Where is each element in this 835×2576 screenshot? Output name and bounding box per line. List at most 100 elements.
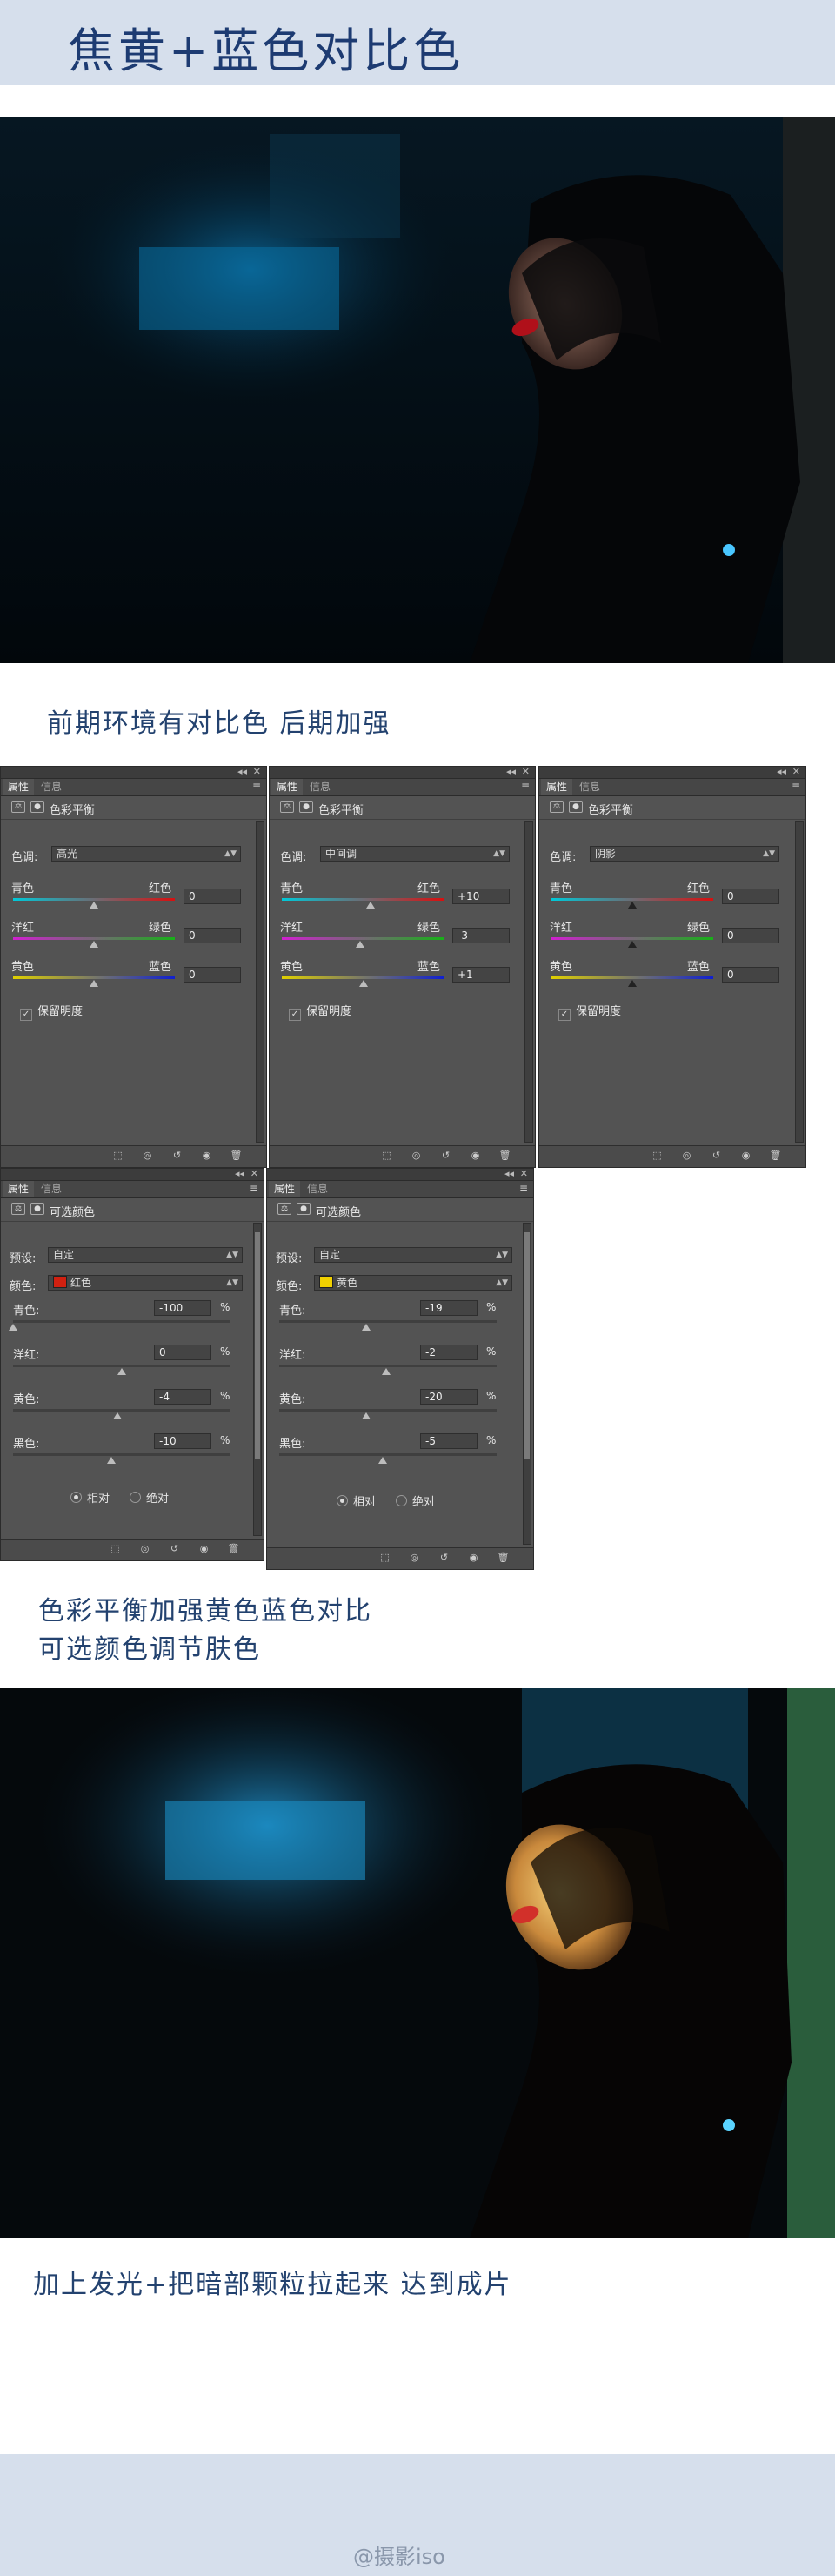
slider-yellow-thumb[interactable] xyxy=(113,1412,122,1419)
slider-cyan-thumb[interactable] xyxy=(362,1324,371,1331)
panel-menu-icon[interactable]: ≡ xyxy=(250,1182,258,1194)
slider-black[interactable] xyxy=(279,1453,497,1456)
checkmark-icon[interactable]: ✓ xyxy=(289,1009,301,1021)
value-yellow-blue[interactable]: 0 xyxy=(722,967,779,983)
mask-icon[interactable]: ● xyxy=(30,801,44,813)
mask-icon[interactable]: ● xyxy=(297,1203,311,1215)
value-magenta-green[interactable]: 0 xyxy=(184,928,241,943)
tab-properties[interactable]: 属性 xyxy=(3,1181,35,1197)
tab-properties[interactable]: 属性 xyxy=(3,779,35,795)
tab-info[interactable]: 信息 xyxy=(36,779,67,795)
slider-yellow-blue-thumb[interactable] xyxy=(628,980,637,987)
panel-menu-icon[interactable]: ≡ xyxy=(252,780,261,792)
delete-icon[interactable]: 🗑 xyxy=(227,1543,240,1555)
slider-magenta-thumb[interactable] xyxy=(117,1368,126,1375)
view-previous-icon[interactable]: ◎ xyxy=(410,1150,423,1162)
panel-menu-icon[interactable]: ≡ xyxy=(519,1182,528,1194)
visibility-icon[interactable]: ◉ xyxy=(197,1543,210,1555)
clip-to-layer-icon[interactable]: ⬚ xyxy=(109,1543,122,1555)
absolute-radio[interactable]: 绝对 xyxy=(396,1493,435,1509)
slider-cyan-red[interactable] xyxy=(551,898,713,901)
delete-icon[interactable]: 🗑 xyxy=(498,1150,511,1162)
slider-magenta-thumb[interactable] xyxy=(381,1368,391,1375)
clip-to-layer-icon[interactable]: ⬚ xyxy=(651,1150,664,1162)
close-icon[interactable]: ✕ xyxy=(250,1168,258,1179)
collapse-icon[interactable]: ◂◂ xyxy=(237,766,247,777)
slider-cyan[interactable] xyxy=(279,1320,497,1323)
visibility-icon[interactable]: ◉ xyxy=(200,1150,213,1162)
value-magenta-green[interactable]: -3 xyxy=(452,928,510,943)
slider-magenta-green[interactable] xyxy=(551,937,713,940)
panel-scrollbar[interactable] xyxy=(256,821,264,1143)
checkmark-icon[interactable]: ✓ xyxy=(20,1009,32,1021)
radio-off-icon[interactable] xyxy=(130,1492,141,1503)
panel-menu-icon[interactable]: ≡ xyxy=(792,780,800,792)
value-yellow-blue[interactable]: +1 xyxy=(452,967,510,983)
slider-yellow-blue-thumb[interactable] xyxy=(90,980,98,987)
delete-icon[interactable]: 🗑 xyxy=(769,1150,782,1162)
relative-radio[interactable]: 相对 xyxy=(70,1489,110,1506)
reset-icon[interactable]: ↺ xyxy=(170,1150,184,1162)
tab-properties[interactable]: 属性 xyxy=(271,779,304,795)
preserve-luminosity-checkbox[interactable]: ✓ 保留明度 xyxy=(20,1002,83,1021)
colors-dropdown[interactable]: 红色 ▲▼ xyxy=(48,1275,243,1291)
tab-info[interactable]: 信息 xyxy=(302,1181,333,1197)
radio-on-icon[interactable] xyxy=(70,1492,82,1503)
collapse-icon[interactable]: ◂◂ xyxy=(777,766,786,777)
collapse-icon[interactable]: ◂◂ xyxy=(504,1168,514,1179)
slider-cyan-red-thumb[interactable] xyxy=(90,902,98,909)
mask-icon[interactable]: ● xyxy=(569,801,583,813)
reset-icon[interactable]: ↺ xyxy=(438,1552,451,1564)
tab-info[interactable]: 信息 xyxy=(36,1181,67,1197)
collapse-icon[interactable]: ◂◂ xyxy=(506,766,516,777)
value-magenta[interactable]: 0 xyxy=(154,1345,211,1360)
close-icon[interactable]: ✕ xyxy=(253,766,261,777)
value-yellow-blue[interactable]: 0 xyxy=(184,967,241,983)
relative-radio[interactable]: 相对 xyxy=(337,1493,376,1509)
slider-yellow-blue-thumb[interactable] xyxy=(358,980,368,987)
value-cyan-red[interactable]: 0 xyxy=(184,889,241,904)
slider-magenta[interactable] xyxy=(13,1365,230,1367)
preset-dropdown[interactable]: 自定 ▲▼ xyxy=(314,1247,512,1263)
reset-icon[interactable]: ↺ xyxy=(439,1150,452,1162)
visibility-icon[interactable]: ◉ xyxy=(469,1150,482,1162)
absolute-radio[interactable]: 绝对 xyxy=(130,1489,169,1506)
tab-info[interactable]: 信息 xyxy=(574,779,605,795)
value-cyan-red[interactable]: 0 xyxy=(722,889,779,904)
panel-menu-icon[interactable]: ≡ xyxy=(521,780,530,792)
value-black[interactable]: -5 xyxy=(420,1433,478,1449)
slider-magenta[interactable] xyxy=(279,1365,497,1367)
view-previous-icon[interactable]: ◎ xyxy=(408,1552,421,1564)
close-icon[interactable]: ✕ xyxy=(522,766,530,777)
view-previous-icon[interactable]: ◎ xyxy=(680,1150,693,1162)
tab-info[interactable]: 信息 xyxy=(304,779,336,795)
view-previous-icon[interactable]: ◎ xyxy=(138,1543,151,1555)
value-cyan[interactable]: -19 xyxy=(420,1300,478,1316)
collapse-icon[interactable]: ◂◂ xyxy=(235,1168,244,1179)
slider-magenta-green[interactable] xyxy=(282,937,444,940)
slider-yellow[interactable] xyxy=(13,1409,230,1412)
slider-cyan-red-thumb[interactable] xyxy=(628,902,637,909)
scrollbar-thumb[interactable] xyxy=(524,1232,530,1459)
clip-to-layer-icon[interactable]: ⬚ xyxy=(111,1150,124,1162)
tab-properties[interactable]: 属性 xyxy=(541,779,573,795)
slider-yellow-blue[interactable] xyxy=(551,976,713,979)
slider-magenta-green[interactable] xyxy=(13,937,175,940)
slider-yellow[interactable] xyxy=(279,1409,497,1412)
delete-icon[interactable]: 🗑 xyxy=(230,1150,243,1162)
slider-yellow-blue[interactable] xyxy=(13,976,175,979)
panel-scrollbar[interactable] xyxy=(523,1223,531,1545)
slider-magenta-green-thumb[interactable] xyxy=(628,941,637,948)
value-magenta[interactable]: -2 xyxy=(420,1345,478,1360)
slider-black[interactable] xyxy=(13,1453,230,1456)
view-previous-icon[interactable]: ◎ xyxy=(141,1150,154,1162)
value-magenta-green[interactable]: 0 xyxy=(722,928,779,943)
visibility-icon[interactable]: ◉ xyxy=(467,1552,480,1564)
clip-to-layer-icon[interactable]: ⬚ xyxy=(378,1552,391,1564)
reset-icon[interactable]: ↺ xyxy=(168,1543,181,1555)
preset-dropdown[interactable]: 自定 ▲▼ xyxy=(48,1247,243,1263)
tone-dropdown[interactable]: 中间调 ▲▼ xyxy=(320,846,510,862)
tone-dropdown[interactable]: 阴影 ▲▼ xyxy=(590,846,779,862)
panel-scrollbar[interactable] xyxy=(795,821,804,1143)
slider-magenta-green-thumb[interactable] xyxy=(90,941,98,948)
